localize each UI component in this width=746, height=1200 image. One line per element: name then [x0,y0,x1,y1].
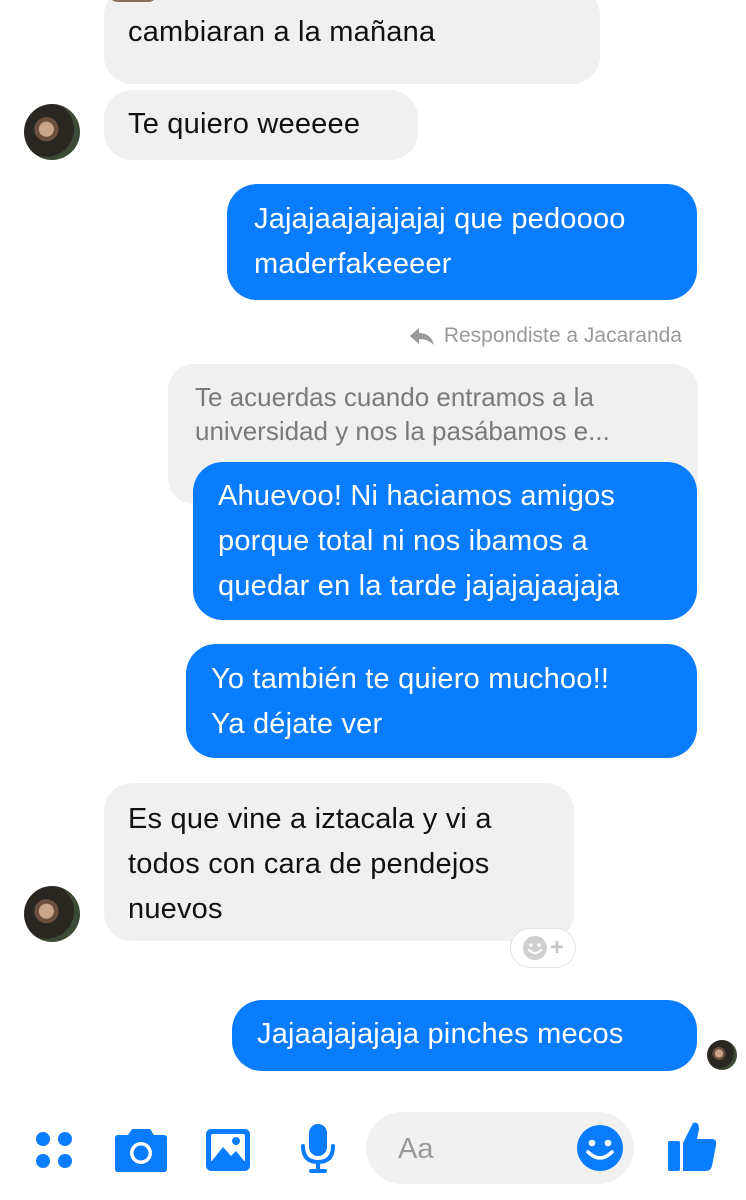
message-bubble-incoming[interactable]: cambiaran a la mañana [104,0,600,84]
message-input[interactable] [396,1126,570,1172]
message-text: Yo también te quiero muchoo!! [211,663,610,695]
add-reaction-button[interactable]: + [510,928,576,968]
message-bubble-outgoing[interactable]: Ahuevoo! Ni haciamos amigos porque total… [193,462,697,620]
message-composer[interactable] [366,1112,634,1184]
message-bubble-outgoing[interactable]: Jajaajajajaja pinches mecos [232,1000,697,1071]
reply-context-text: Respondiste a Jacaranda [443,324,682,347]
quoted-text: Te acuerdas cuando entramos a la [195,382,594,412]
message-text: Ahuevoo! Ni haciamos amigos [218,480,616,512]
message-text: Jajajaajajajajaj que pedoooo [254,203,626,235]
message-bubble-incoming[interactable]: Es que vine a iztacala y vi a todos con … [104,783,574,941]
contact-avatar[interactable] [24,104,80,160]
message-text: Ya déjate ver [211,708,383,740]
microphone-icon [301,1124,335,1173]
message-text: maderfakeeeer [254,248,452,280]
reply-arrow-icon [409,328,434,345]
message-text: Es que vine a iztacala y vi a [128,803,492,835]
emoji-icon [577,1125,623,1171]
message-text: Te quiero weeeee [128,108,361,140]
composer-toolbar [0,1096,746,1200]
reply-context-label: Respondiste a Jacaranda [408,324,682,348]
message-text: nuevos [128,893,223,925]
gallery-icon [206,1129,250,1171]
thumbs-up-icon [668,1122,717,1171]
contact-avatar[interactable] [24,886,80,942]
more-options-button[interactable] [28,1124,80,1176]
message-text: porque total ni nos ibamos a [218,525,588,557]
add-reaction-icon: + [549,934,564,961]
quoted-text: universidad y nos la pasábamos e... [195,416,610,446]
camera-button[interactable] [112,1122,170,1176]
voice-record-button[interactable] [292,1120,344,1178]
message-text: Jajaajajajaja pinches mecos [257,1018,624,1050]
read-receipt-avatar [707,1040,737,1070]
message-text: todos con cara de pendejos [128,848,490,880]
emoji-button[interactable] [576,1124,624,1172]
like-button[interactable] [664,1118,720,1174]
message-text: cambiaran a la mañana [128,16,436,48]
more-dots-icon [36,1132,72,1168]
message-bubble-incoming[interactable]: Te quiero weeeee [104,90,418,160]
camera-icon [115,1129,167,1172]
gallery-button[interactable] [202,1124,254,1176]
smiley-icon [522,936,547,960]
message-text: quedar en la tarde jajajajaajaja [218,570,620,602]
message-bubble-outgoing[interactable]: Yo también te quiero muchoo!! Ya déjate … [186,644,697,758]
message-bubble-outgoing[interactable]: Jajajaajajajajaj que pedoooo maderfakeee… [227,184,697,300]
